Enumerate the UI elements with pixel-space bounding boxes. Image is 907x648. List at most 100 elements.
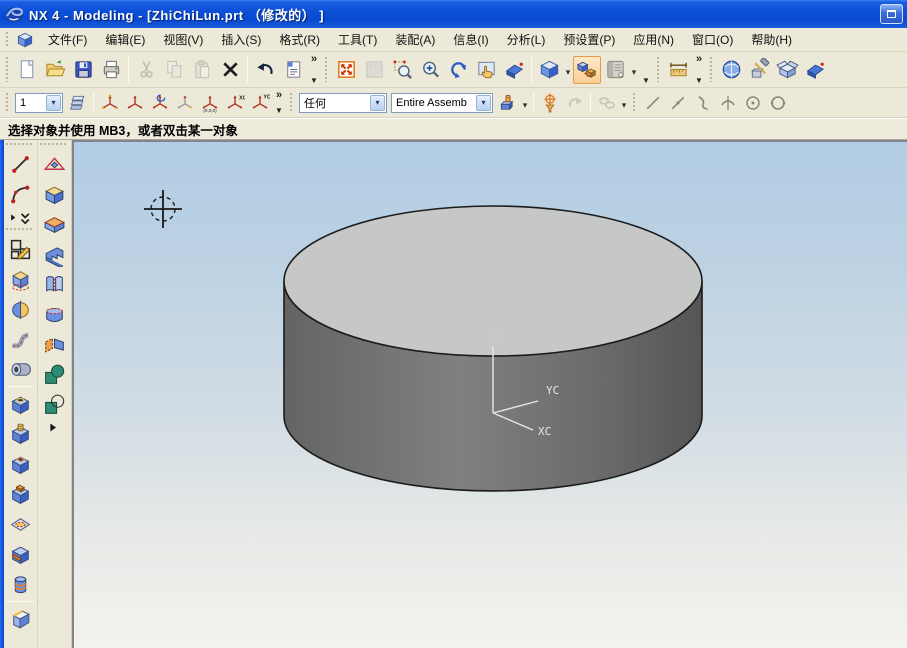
window-restore-button[interactable] <box>880 4 903 24</box>
block-button[interactable] <box>40 180 68 208</box>
toolbar-grip[interactable] <box>5 93 9 112</box>
snap-quadrant-button[interactable] <box>715 90 740 115</box>
snap-circle-button[interactable] <box>765 90 790 115</box>
feature-overflow-button[interactable] <box>40 420 68 434</box>
trim-body-button[interactable] <box>40 300 68 328</box>
role-gateway-button[interactable] <box>717 56 745 84</box>
delete-button[interactable] <box>216 56 244 84</box>
properties-button[interactable] <box>279 56 307 84</box>
dropdown-arrow[interactable]: ▾ <box>619 94 629 111</box>
menu-format[interactable]: 格式(R) <box>270 30 329 50</box>
wcs-orient-button[interactable] <box>172 90 197 115</box>
toolbar-overflow[interactable]: »▼ <box>692 53 706 86</box>
new-button[interactable] <box>13 56 41 84</box>
sweep-button[interactable] <box>6 325 34 353</box>
snap-point-on-curve-button[interactable] <box>690 90 715 115</box>
toolbar-grip[interactable] <box>40 143 68 147</box>
menu-help[interactable]: 帮助(H) <box>742 30 801 50</box>
undo-button[interactable] <box>251 56 279 84</box>
clipped-app-button[interactable] <box>801 56 829 84</box>
snap-endpoint-button[interactable] <box>640 90 665 115</box>
extrude-button[interactable] <box>6 265 34 293</box>
selection-filter-combo[interactable]: 任何▾ <box>299 93 387 113</box>
pad-button[interactable] <box>6 480 34 508</box>
wcs-yc-button[interactable]: YC <box>247 90 272 115</box>
measure-distance-button[interactable] <box>664 56 692 84</box>
toolbar-grip[interactable] <box>289 93 293 112</box>
slot-button[interactable] <box>6 510 34 538</box>
zoom-box-button[interactable] <box>388 56 416 84</box>
copy-button[interactable] <box>160 56 188 84</box>
wcs-rotate-button[interactable] <box>147 90 172 115</box>
fit-view-button[interactable] <box>332 56 360 84</box>
chain-select-button[interactable] <box>594 90 619 115</box>
menu-window[interactable]: 窗口(O) <box>683 30 742 50</box>
menu-assemblies[interactable]: 装配(A) <box>386 30 444 50</box>
offset-face-button[interactable] <box>40 240 68 268</box>
cut-button[interactable] <box>132 56 160 84</box>
combo-arrow-icon[interactable]: ▾ <box>476 95 491 111</box>
dropdown-arrow[interactable]: ▾ <box>520 94 530 111</box>
work-layer-combo[interactable]: 1▾ <box>15 93 63 113</box>
toolbar-overflow[interactable]: ▼ <box>639 53 653 86</box>
fill-view-button[interactable] <box>360 56 388 84</box>
toolbar-grip[interactable] <box>656 57 660 82</box>
toolbar-grip[interactable] <box>324 57 328 82</box>
selection-scope-combo[interactable]: Entire Assemb▾ <box>391 93 493 113</box>
toolbar-overflow[interactable]: »▼ <box>307 53 321 86</box>
chamfer-button[interactable] <box>6 605 34 633</box>
combo-arrow-icon[interactable]: ▾ <box>46 95 61 111</box>
orient-view-button[interactable] <box>535 56 563 84</box>
groove-button[interactable] <box>6 540 34 568</box>
toolbar-grip[interactable] <box>5 57 9 82</box>
toolbar-grip[interactable] <box>6 143 34 147</box>
snap-point-filter-button[interactable] <box>537 90 562 115</box>
toolbar-overflow[interactable]: »▼ <box>272 89 286 116</box>
pocket-button[interactable] <box>6 450 34 478</box>
tube-button[interactable] <box>6 355 34 383</box>
wcs-set-origin-button[interactable]: (0,0,0) <box>197 90 222 115</box>
toolbar-grip[interactable] <box>709 57 713 82</box>
menu-insert[interactable]: 插入(S) <box>212 30 270 50</box>
split-body-button[interactable] <box>40 330 68 358</box>
snap-midpoint-button[interactable] <box>665 90 690 115</box>
print-button[interactable] <box>97 56 125 84</box>
sketch-button[interactable] <box>6 235 34 263</box>
boss-button[interactable] <box>6 420 34 448</box>
pan-view-button[interactable] <box>472 56 500 84</box>
resource-bar-button[interactable] <box>601 56 629 84</box>
move-object-button[interactable] <box>573 56 601 84</box>
trimmed-sheet-button[interactable] <box>40 210 68 238</box>
open-button[interactable] <box>41 56 69 84</box>
line-button[interactable] <box>6 150 34 178</box>
toolbar-grip[interactable] <box>632 93 636 112</box>
save-button[interactable] <box>69 56 97 84</box>
menu-preferences[interactable]: 预设置(P) <box>554 30 624 50</box>
thread-button[interactable] <box>6 570 34 598</box>
menu-information[interactable]: 信息(I) <box>444 30 497 50</box>
menu-file[interactable]: 文件(F) <box>39 30 96 50</box>
toolbar-grip[interactable] <box>6 228 34 232</box>
curve-overflow-button[interactable] <box>6 210 34 224</box>
menu-edit[interactable]: 编辑(E) <box>96 30 154 50</box>
snap-center-button[interactable] <box>740 90 765 115</box>
dropdown-arrow[interactable]: ▾ <box>629 61 639 78</box>
graphics-viewport[interactable]: ZC YC XC <box>72 140 907 648</box>
menu-tools[interactable]: 工具(T) <box>329 30 386 50</box>
combo-arrow-icon[interactable]: ▾ <box>370 95 385 111</box>
shaded-view-button[interactable] <box>500 56 528 84</box>
menu-application[interactable]: 应用(N) <box>624 30 683 50</box>
layer-settings-button[interactable] <box>65 90 90 115</box>
dropdown-arrow[interactable]: ▾ <box>563 61 573 78</box>
menu-view[interactable]: 视图(V) <box>154 30 212 50</box>
datum-plane-button[interactable] <box>40 150 68 178</box>
work-part-button[interactable] <box>495 90 520 115</box>
menu-analysis[interactable]: 分析(L) <box>498 30 555 50</box>
unite-button[interactable] <box>40 360 68 388</box>
manufacturing-app-button[interactable] <box>745 56 773 84</box>
wcs-dynamics-button[interactable] <box>97 90 122 115</box>
redo-button[interactable] <box>562 90 587 115</box>
wcs-origin-button[interactable] <box>122 90 147 115</box>
sew-button[interactable] <box>40 270 68 298</box>
menubar-grip[interactable] <box>5 32 9 47</box>
